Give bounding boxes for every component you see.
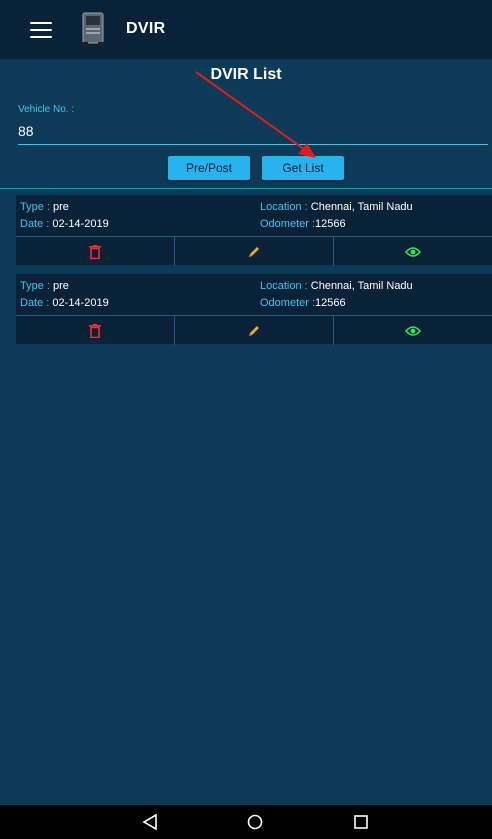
odometer-value: 12566 <box>315 297 346 309</box>
record-actions <box>16 315 492 345</box>
location-value: Chennai, Tamil Nadu <box>307 280 413 292</box>
type-value: pre <box>49 201 69 213</box>
divider <box>0 188 492 189</box>
edit-button[interactable] <box>175 237 334 266</box>
trash-icon <box>89 244 101 259</box>
view-button[interactable] <box>334 316 492 345</box>
app-title: DVIR <box>126 20 166 37</box>
location-label: Location : <box>260 201 308 213</box>
get-list-button[interactable]: Get List <box>262 156 344 180</box>
eye-icon <box>405 325 421 336</box>
app-bar: DVIR <box>0 0 492 59</box>
home-circle-icon[interactable] <box>246 813 264 831</box>
odometer-label: Odometer : <box>260 297 316 309</box>
odometer-value: 12566 <box>315 218 346 230</box>
page-title: DVIR List <box>210 66 282 83</box>
dvir-record-card: Type : pre Date : 02-14-2019 Location : … <box>16 195 492 266</box>
pre-post-button[interactable]: Pre/Post <box>168 156 250 180</box>
record-actions <box>16 236 492 266</box>
date-label: Date : <box>20 297 50 309</box>
delete-button[interactable] <box>16 316 175 345</box>
odometer-label: Odometer : <box>260 218 316 230</box>
dvir-record-card: Type : pre Date : 02-14-2019 Location : … <box>16 274 492 345</box>
eye-icon <box>405 246 421 257</box>
type-label: Type : <box>20 280 50 292</box>
date-value: 02-14-2019 <box>49 218 109 230</box>
type-value: pre <box>49 280 69 292</box>
truck-icon <box>82 12 104 47</box>
view-button[interactable] <box>334 237 492 266</box>
type-label: Type : <box>20 201 50 213</box>
vehicle-number-label: Vehicle No. : <box>18 104 75 115</box>
hamburger-menu-icon[interactable] <box>30 22 52 38</box>
pencil-icon <box>249 325 259 336</box>
delete-button[interactable] <box>16 237 175 266</box>
back-triangle-icon[interactable] <box>141 813 159 831</box>
location-label: Location : <box>260 280 308 292</box>
edit-button[interactable] <box>175 316 334 345</box>
date-label: Date : <box>20 218 50 230</box>
pencil-icon <box>249 246 259 257</box>
trash-icon <box>89 323 101 338</box>
date-value: 02-14-2019 <box>49 297 109 309</box>
system-navigation-bar <box>0 805 492 839</box>
recents-square-icon[interactable] <box>352 813 370 831</box>
location-value: Chennai, Tamil Nadu <box>307 201 413 213</box>
vehicle-number-input[interactable] <box>18 120 488 145</box>
